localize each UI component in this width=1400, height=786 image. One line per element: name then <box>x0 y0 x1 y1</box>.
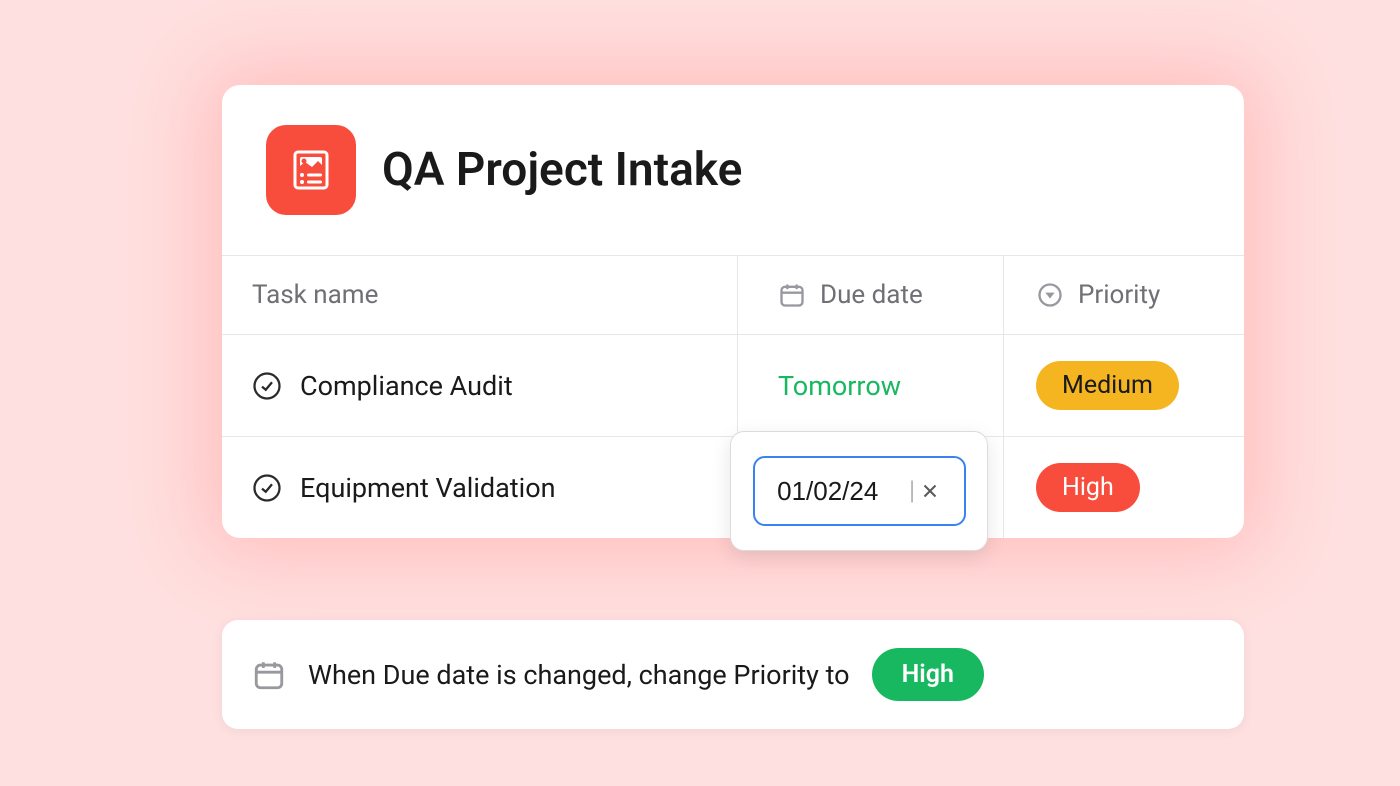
project-card: QA Project Intake Task name Due date <box>222 85 1244 538</box>
automation-rule-card[interactable]: When Due date is changed, change Priorit… <box>222 620 1244 729</box>
calendar-icon <box>252 658 286 692</box>
dropdown-circle-icon <box>1036 281 1064 309</box>
table-row[interactable]: Compliance Audit Tomorrow Medium <box>222 335 1244 437</box>
table-row[interactable]: Equipment Validation | High <box>222 437 1244 538</box>
project-title: QA Project Intake <box>382 143 742 197</box>
task-name: Compliance Audit <box>300 370 513 402</box>
task-cell[interactable]: Compliance Audit <box>222 335 738 436</box>
table-header: Task name Due date Priority <box>222 255 1244 335</box>
column-label-due: Due date <box>820 280 923 310</box>
rule-priority-badge[interactable]: High <box>872 648 984 701</box>
priority-cell[interactable]: High <box>1004 437 1244 538</box>
due-cell[interactable]: Tomorrow <box>738 335 1004 436</box>
column-header-task[interactable]: Task name <box>222 256 738 334</box>
calendar-icon <box>778 281 806 309</box>
date-input[interactable] <box>777 476 905 507</box>
due-cell[interactable]: | <box>738 437 1004 538</box>
priority-badge-high[interactable]: High <box>1036 463 1140 512</box>
date-input-container[interactable]: | <box>753 456 966 526</box>
due-date-value: Tomorrow <box>778 370 901 402</box>
date-picker-popover: | <box>730 431 988 551</box>
text-cursor: | <box>909 476 915 506</box>
priority-cell[interactable]: Medium <box>1004 335 1244 436</box>
task-cell[interactable]: Equipment Validation <box>222 437 738 538</box>
check-circle-icon[interactable] <box>252 371 282 401</box>
project-icon <box>266 125 356 215</box>
column-header-due[interactable]: Due date <box>738 256 1004 334</box>
column-label-priority: Priority <box>1078 280 1160 310</box>
priority-badge-medium[interactable]: Medium <box>1036 361 1179 410</box>
column-label-task: Task name <box>252 280 378 310</box>
clear-icon[interactable] <box>919 480 941 502</box>
card-header: QA Project Intake <box>222 85 1244 255</box>
rule-text: When Due date is changed, change Priorit… <box>308 659 850 691</box>
column-header-priority[interactable]: Priority <box>1004 256 1244 334</box>
task-name: Equipment Validation <box>300 472 556 504</box>
check-circle-icon[interactable] <box>252 473 282 503</box>
